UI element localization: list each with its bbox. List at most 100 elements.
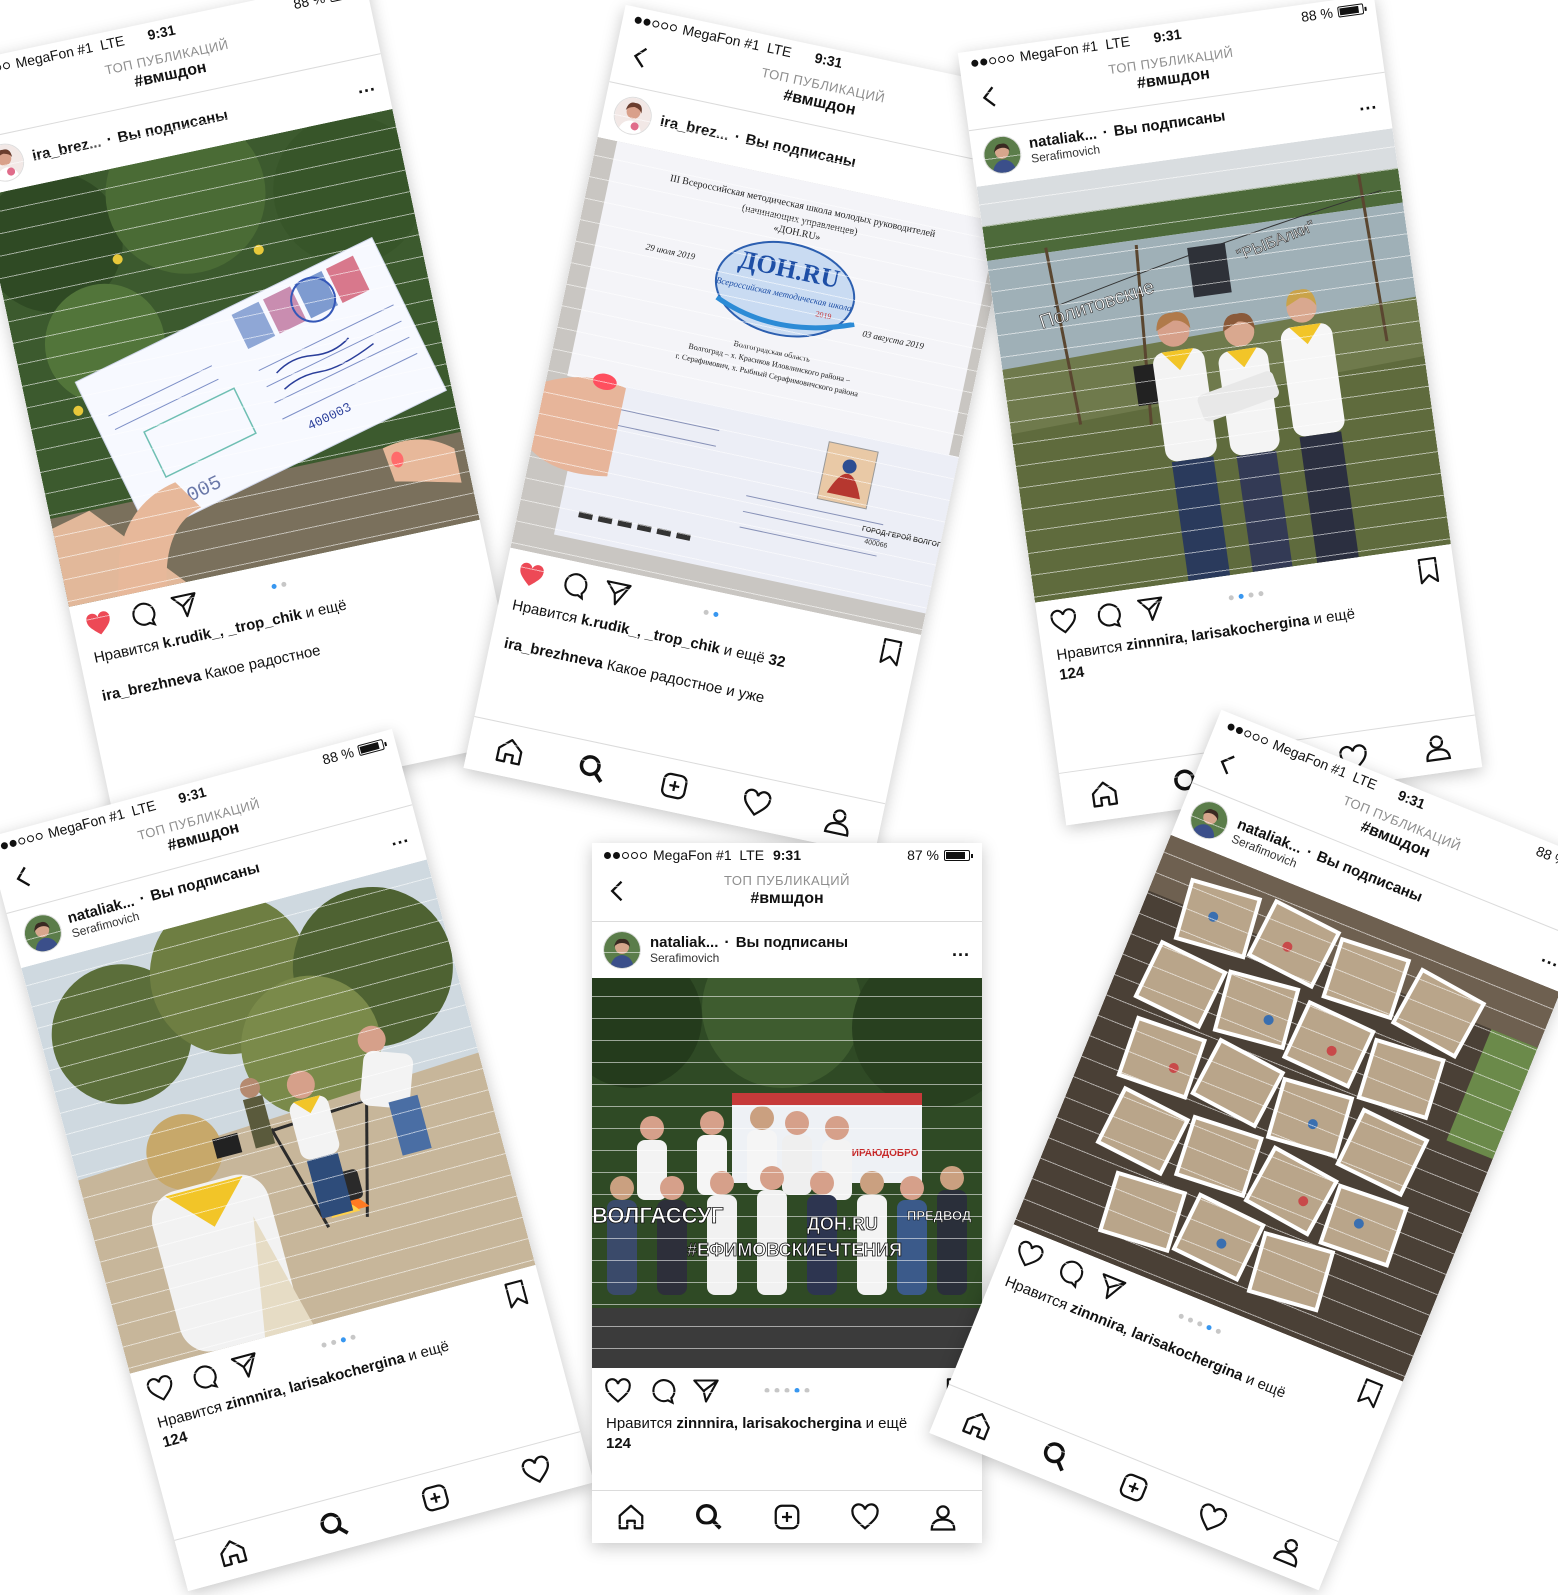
post-card-4: MegaFon #1 LTE 9:31 88 % ТОП ПУБЛИКАЦИЙ … [0,728,594,1592]
network: LTE [765,39,794,61]
home-icon[interactable] [616,1502,646,1532]
battery-percent: 87 % [907,847,939,863]
share-icon[interactable] [1092,1270,1128,1306]
share-icon[interactable] [600,577,633,610]
more-options-icon[interactable]: ... [1357,92,1378,115]
bottom-tab-bar [463,715,886,856]
post-photo: 400005 400003 [0,108,480,608]
comment-icon[interactable] [126,598,159,631]
avatar[interactable] [0,141,27,184]
avatar[interactable] [20,911,65,956]
signal-icon [970,53,1015,67]
avatar[interactable] [1185,796,1233,844]
share-icon[interactable] [229,1349,263,1383]
carrier: MegaFon #1 [653,847,732,863]
signal-icon [0,831,44,850]
bookmark-icon[interactable] [1352,1375,1388,1411]
follow-status[interactable]: Вы подписаны [736,934,848,951]
post-photo: #ВЫБИРАЮДОБРО ВОЛГАССУГ #ЕФИМОВСКИЕЧТЕНИ… [592,978,982,1368]
network: LTE [98,32,126,54]
post-card-6: MegaFon #1 LTE 9:31 88 % ТОП ПУБЛИКАЦИЙ … [929,709,1558,1591]
network: LTE [1104,33,1131,53]
bookmark-icon[interactable] [499,1277,533,1311]
more-options-icon[interactable]: ... [388,826,411,851]
heart-icon[interactable] [1011,1237,1047,1273]
username[interactable]: ira_brez... [659,113,731,144]
sign-predvod: ПРЕДВОД [907,1208,972,1223]
heart-icon[interactable] [83,608,116,641]
comment-icon[interactable] [186,1361,220,1395]
back-chevron-icon[interactable] [974,81,1006,113]
home-icon[interactable] [492,733,528,769]
back-chevron-icon[interactable] [625,41,658,74]
carousel-dots [1177,1313,1222,1335]
heart-icon[interactable] [144,1372,178,1406]
username[interactable]: ira_brez... [31,133,103,164]
add-post-icon[interactable] [772,1502,802,1532]
share-icon[interactable] [169,589,202,622]
search-icon[interactable] [315,1507,352,1544]
sign-donru: ДОН.RU [807,1214,878,1234]
heart-icon[interactable] [604,1377,632,1405]
profile-icon[interactable] [1270,1531,1309,1570]
network: LTE [739,847,765,863]
avatar[interactable] [604,932,640,968]
likes-users[interactable]: zinnnira, larisakochergina [676,1415,861,1432]
activity-heart-icon[interactable] [739,786,775,822]
top-posts-header: ТОП ПУБЛИКАЦИЙ #вмшдон [592,867,982,922]
heart-icon[interactable] [514,559,547,592]
bookmark-icon[interactable] [874,636,907,669]
username[interactable]: nataliak... [650,934,718,951]
activity-heart-icon[interactable] [1192,1499,1231,1538]
post-photo: Политовские "РЫБАлки" [976,128,1451,603]
profile-icon[interactable] [821,803,857,839]
share-icon[interactable] [692,1377,720,1405]
home-icon[interactable] [214,1534,251,1571]
back-chevron-icon[interactable] [604,877,632,905]
header-hashtag: #вмшдон [750,890,824,907]
search-icon[interactable] [1036,1437,1075,1476]
comment-icon[interactable] [1052,1254,1088,1290]
comment-icon[interactable] [648,1377,676,1405]
profile-icon[interactable] [1420,730,1454,764]
bottom-tab-bar [592,1490,982,1543]
add-post-icon[interactable] [657,768,693,804]
post-card-1: MegaFon #1 LTE 9:31 88 % ТОП ПУБЛИКАЦИЙ … [0,0,527,828]
heart-icon[interactable] [1048,606,1080,638]
avatar[interactable] [611,94,655,138]
battery-icon [944,849,973,861]
sign-volgassug: ВОЛГАССУГ [592,1203,724,1228]
follow-status[interactable]: Вы подписаны [116,106,229,146]
location[interactable]: Serafimovich [650,951,848,966]
more-options-icon[interactable]: ... [1539,946,1558,972]
bottom-tab-bar [174,1431,594,1592]
add-post-icon[interactable] [417,1480,454,1517]
likes-count: 124 [160,1427,190,1451]
more-options-icon[interactable]: ... [952,940,970,961]
share-icon[interactable] [1135,594,1167,626]
search-icon[interactable] [694,1502,724,1532]
carousel-dots [320,1334,357,1349]
add-post-icon[interactable] [1114,1468,1153,1507]
follow-status[interactable]: Вы подписаны [744,131,857,171]
profile-icon[interactable] [928,1502,958,1532]
post-actions [592,1368,982,1414]
comment-icon[interactable] [1092,600,1124,632]
carousel-dots [764,1388,810,1393]
search-icon[interactable] [574,751,610,787]
home-icon[interactable] [1087,777,1121,811]
carousel-dots [271,581,287,590]
likes-count: 124 [1058,663,1086,684]
battery-icon [328,0,357,2]
battery-icon [356,738,385,756]
comment-icon[interactable] [557,568,590,601]
bookmark-icon[interactable] [1413,555,1445,587]
post-card-3: MegaFon #1 LTE 9:31 88 % ТОП ПУБЛИКАЦИЙ … [957,0,1483,826]
likes-count: 32 [766,651,787,672]
activity-heart-icon[interactable] [850,1502,880,1532]
avatar[interactable] [982,134,1023,176]
home-icon[interactable] [958,1405,997,1444]
activity-heart-icon[interactable] [518,1452,555,1489]
likes-line: Нравится zinnnira, larisakochergina и ещ… [606,1415,908,1452]
more-options-icon[interactable]: ... [355,74,377,98]
